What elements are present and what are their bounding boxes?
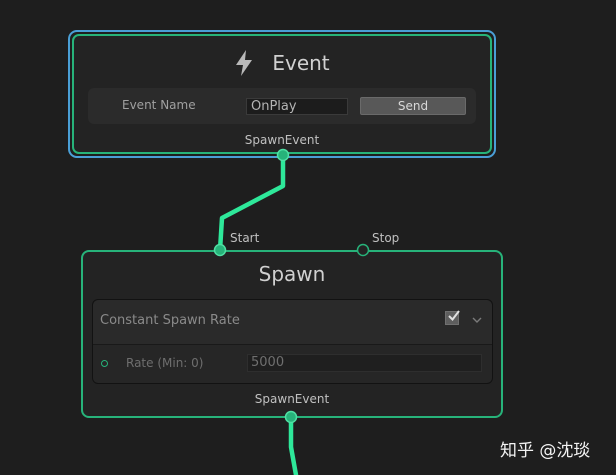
stop-port-label: Stop <box>372 231 400 245</box>
event-node-body: Event Event Name OnPlay Send SpawnEvent <box>72 34 492 154</box>
spawn-node[interactable]: Spawn Constant Spawn Rate Rate (Min: 0) … <box>81 250 503 418</box>
watermark: 知乎 @沈琰 <box>500 441 591 461</box>
checkmark-icon <box>448 310 460 322</box>
event-name-label: Event Name <box>122 98 196 112</box>
graph-canvas[interactable]: Event Event Name OnPlay Send Spawn Event … <box>0 0 616 475</box>
spawn-output-label: SpawnEvent <box>254 392 330 406</box>
rate-value-field[interactable]: 5000 <box>247 354 482 372</box>
event-output-label: SpawnEvent <box>244 133 320 147</box>
event-node[interactable]: Event Event Name OnPlay Send SpawnEvent <box>68 30 496 158</box>
spawn-node-title: Spawn <box>258 262 326 286</box>
constant-spawn-rate-block[interactable]: Constant Spawn Rate Rate (Min: 0) 5000 <box>92 299 493 384</box>
rate-label: Rate (Min: 0) <box>126 356 204 370</box>
send-button[interactable]: Send <box>360 97 466 115</box>
rate-property-row: Rate (Min: 0) 5000 <box>93 345 492 383</box>
event-node-header: Event <box>74 46 490 80</box>
edge-spawn-out <box>288 414 299 475</box>
lightning-bolt-icon <box>236 50 253 76</box>
block-header[interactable]: Constant Spawn Rate <box>93 300 492 345</box>
event-name-field[interactable]: OnPlay <box>246 98 348 115</box>
block-title: Constant Spawn Rate <box>100 313 240 328</box>
block-enabled-checkbox[interactable] <box>445 310 460 325</box>
rate-input-port[interactable] <box>101 360 108 367</box>
event-node-title: Event <box>272 51 330 75</box>
start-port-label: Start <box>230 231 260 245</box>
chevron-down-icon[interactable] <box>471 314 483 326</box>
event-name-row: Event Name OnPlay Send <box>88 88 476 124</box>
